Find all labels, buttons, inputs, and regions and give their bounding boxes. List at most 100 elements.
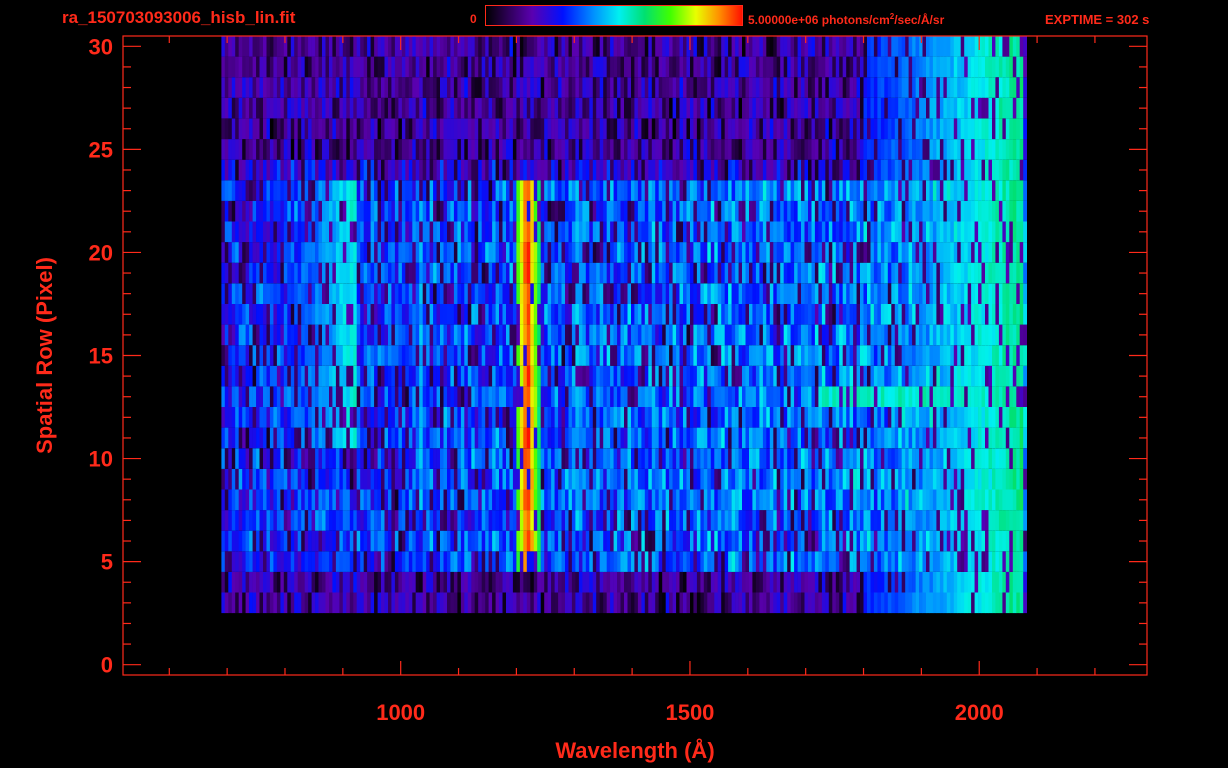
heatmap-cell	[252, 530, 257, 552]
heatmap-cell	[783, 510, 788, 531]
heatmap-cell	[867, 200, 871, 222]
heatmap-cell	[665, 200, 670, 222]
heatmap-cell	[995, 592, 1000, 614]
heatmap-cell	[575, 551, 580, 572]
heatmap-cell	[537, 159, 541, 181]
heatmap-cell	[849, 427, 854, 449]
heatmap-cell	[346, 407, 351, 428]
heatmap-cell	[224, 571, 229, 593]
heatmap-cell	[755, 304, 760, 325]
heatmap-cell	[526, 242, 531, 263]
heatmap-cell	[370, 221, 375, 243]
heatmap-cell	[356, 304, 361, 325]
heatmap-cell	[637, 180, 642, 201]
heatmap-cell	[915, 345, 920, 366]
heatmap-cell	[488, 180, 493, 201]
heatmap-cell	[926, 200, 930, 222]
heatmap-cell	[624, 283, 628, 304]
heatmap-cell	[447, 386, 451, 407]
heatmap-cell	[929, 304, 934, 325]
heatmap-cell	[429, 365, 434, 387]
heatmap-cell	[519, 242, 524, 263]
heatmap-cell	[887, 304, 892, 325]
heatmap-cell	[266, 510, 271, 531]
heatmap-cell	[290, 530, 295, 552]
heatmap-cell	[283, 551, 288, 572]
heatmap-cell	[242, 427, 246, 449]
heatmap-cell	[971, 427, 975, 449]
heatmap-cell	[436, 386, 441, 407]
heatmap-cell	[290, 551, 295, 572]
heatmap-cell	[381, 345, 385, 366]
heatmap-cell	[655, 283, 659, 304]
heatmap-cell	[808, 324, 812, 346]
heatmap-cell	[540, 345, 545, 366]
heatmap-cell	[887, 200, 892, 222]
heatmap-cell	[919, 510, 923, 531]
heatmap-cell	[662, 427, 666, 449]
heatmap-cell	[585, 159, 590, 181]
heatmap-cell	[742, 468, 746, 490]
heatmap-cell	[731, 365, 736, 387]
heatmap-cell	[447, 551, 451, 572]
heatmap-cell	[710, 180, 715, 201]
heatmap-cell	[783, 180, 788, 201]
heatmap-cell	[408, 221, 413, 243]
heatmap-cell	[506, 304, 510, 325]
heatmap-cell	[606, 427, 611, 449]
heatmap-cell	[221, 304, 226, 325]
heatmap-cell	[985, 324, 989, 346]
heatmap-cell	[231, 159, 236, 181]
heatmap-cell	[992, 242, 996, 263]
heatmap-cell	[686, 592, 691, 614]
heatmap-cell	[481, 221, 486, 243]
heatmap-cell	[263, 200, 267, 222]
heatmap-cell	[394, 510, 399, 531]
heatmap-cell	[394, 283, 399, 304]
heatmap-cell	[485, 386, 489, 407]
heatmap-cell	[231, 530, 236, 552]
heatmap-cell	[780, 489, 784, 511]
heatmap-cell	[405, 386, 410, 407]
heatmap-cell	[790, 242, 795, 263]
heatmap-cell	[394, 571, 399, 593]
heatmap-cell	[957, 200, 961, 222]
heatmap-cell	[665, 407, 670, 428]
heatmap-cell	[453, 489, 458, 511]
heatmap-cell	[294, 242, 298, 263]
heatmap-cell	[599, 427, 604, 449]
heatmap-cell	[814, 180, 819, 201]
heatmap-cell	[297, 242, 302, 263]
heatmap-cell	[665, 551, 670, 572]
heatmap-cell	[773, 510, 778, 531]
heatmap-cell	[655, 427, 659, 449]
heatmap-cell	[450, 283, 455, 304]
heatmap-cell	[450, 180, 455, 201]
heatmap-cell	[578, 530, 583, 552]
heatmap-cell	[374, 468, 378, 490]
heatmap-cell	[686, 242, 691, 263]
heatmap-cell	[672, 365, 677, 387]
heatmap-cell	[922, 304, 927, 325]
heatmap-cell	[269, 365, 274, 387]
heatmap-cell	[481, 407, 486, 428]
heatmap-cell	[391, 489, 396, 511]
heatmap-cell	[811, 304, 816, 325]
heatmap-cell	[499, 468, 503, 490]
heatmap-cell	[873, 468, 878, 490]
heatmap-cell	[832, 365, 837, 387]
heatmap-cell	[696, 448, 701, 469]
heatmap-cell	[894, 283, 899, 304]
heatmap-cell	[367, 571, 371, 593]
heatmap-cell	[294, 510, 298, 531]
heatmap-cell	[759, 427, 764, 449]
heatmap-cell	[339, 571, 344, 593]
heatmap-cell	[773, 324, 778, 346]
heatmap-cell	[749, 510, 753, 531]
heatmap-cell	[419, 262, 423, 284]
heatmap-cell	[894, 448, 899, 469]
heatmap-cell	[388, 200, 392, 222]
heatmap-cell	[686, 510, 691, 531]
heatmap-cell	[311, 489, 316, 511]
heatmap-cell	[443, 304, 448, 325]
